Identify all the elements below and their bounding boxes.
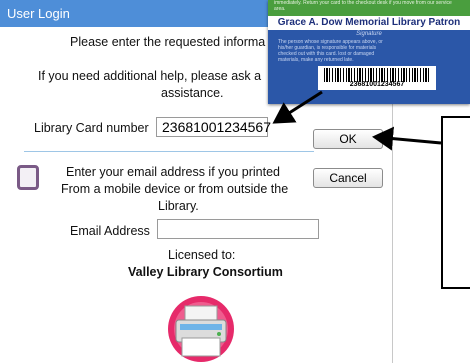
card-number-input[interactable]: 23681001234567 xyxy=(156,117,271,137)
separator xyxy=(24,151,314,152)
ok-button[interactable]: OK xyxy=(313,129,383,149)
instruction-text: Please enter the requested informa xyxy=(70,35,266,49)
email-address-label: Email Address xyxy=(70,224,150,238)
barcode-icon xyxy=(324,68,430,82)
card-body-text: The person whose signature appears above… xyxy=(278,39,383,63)
card-signature-label: Signature xyxy=(356,31,382,37)
callout-box xyxy=(441,116,470,289)
mobile-device-icon xyxy=(17,165,39,190)
licensee-name: Valley Library Consortium xyxy=(128,265,283,279)
licensed-to-label: Licensed to: xyxy=(168,248,236,262)
card-barcode: 23681001234567 xyxy=(318,66,436,90)
card-header-band: immediately. Return your card to the che… xyxy=(268,0,470,16)
library-card-image: immediately. Return your card to the che… xyxy=(268,0,470,104)
email-instruction-line1: Enter your email address if you printed xyxy=(66,165,280,179)
email-instruction-line3: Library. xyxy=(158,199,199,213)
printer-icon xyxy=(168,296,234,362)
help-text-line2: assistance. xyxy=(161,86,224,100)
help-text-line1: If you need additional help, please ask … xyxy=(38,69,262,83)
card-fine-print: immediately. Return your card to the che… xyxy=(274,0,452,12)
barcode-number: 23681001234567 xyxy=(349,81,405,88)
cancel-button[interactable]: Cancel xyxy=(313,168,383,188)
card-number-label: Library Card number xyxy=(34,121,149,135)
email-address-input[interactable] xyxy=(157,219,319,239)
card-title: Grace A. Dow Memorial Library Patron xyxy=(268,16,470,30)
dialog-title: User Login xyxy=(7,6,70,21)
email-instruction-line2: From a mobile device or from outside the xyxy=(61,182,289,196)
